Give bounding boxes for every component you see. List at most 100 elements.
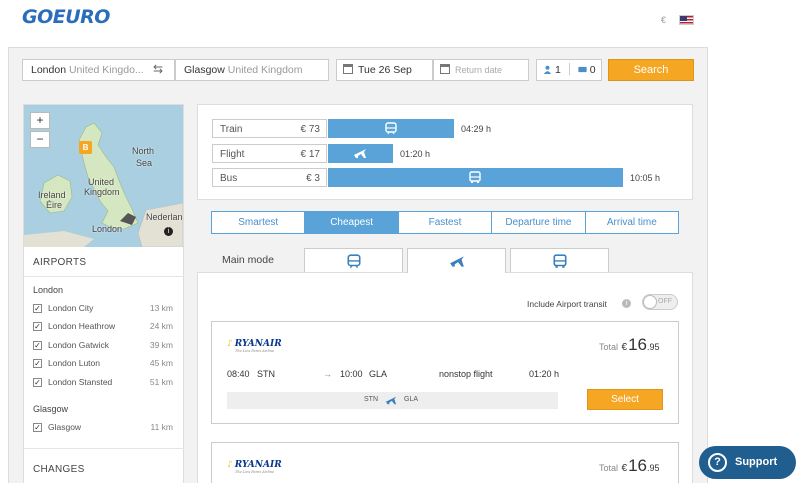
plane-icon <box>450 256 464 267</box>
tab-arrival-time[interactable]: Arrival time <box>586 212 678 233</box>
from-city: London <box>31 64 67 76</box>
to-field[interactable]: Glasgow United Kingdom <box>175 59 329 81</box>
airport-transit-label: Include Airport transit <box>527 299 607 309</box>
ryanair-logo: ♪ RYANAIR The Low Fares Airline <box>227 339 282 353</box>
train-duration-bar[interactable] <box>328 119 454 138</box>
changes-heading: CHANGES <box>33 464 85 475</box>
question-icon: ? <box>708 453 727 472</box>
tab-departure-time[interactable]: Departure time <box>492 212 586 233</box>
flight-duration-text: 01:20 h <box>529 369 560 379</box>
map-info-icon[interactable]: i <box>164 227 173 236</box>
bus-duration-bar[interactable] <box>328 168 623 187</box>
depart-time: 08:40 <box>227 369 250 379</box>
passenger-field[interactable]: 1 0 <box>536 59 602 81</box>
checkbox[interactable]: ✓ <box>33 341 42 350</box>
person-icon <box>543 65 552 74</box>
airport-option[interactable]: ✓ London Stansted 51 km <box>33 377 173 389</box>
return-date-field[interactable]: Return date <box>433 59 529 81</box>
checkbox[interactable]: ✓ <box>33 304 42 313</box>
flight-duration-bar[interactable] <box>328 144 393 163</box>
to-country: United Kingdom <box>227 64 303 76</box>
support-button[interactable]: ? Support <box>699 446 796 479</box>
mode-row-train[interactable]: Train € 73 <box>212 119 327 138</box>
bus-icon <box>553 254 567 268</box>
discount-card-icon <box>578 66 587 73</box>
toggle-knob <box>643 295 657 309</box>
airport-option[interactable]: ✓ Glasgow 11 km <box>33 422 173 434</box>
airport-group-glasgow: Glasgow <box>33 404 69 414</box>
depart-date: Tue 26 Sep <box>358 64 412 76</box>
sort-tabs: Smartest Cheapest Fastest Departure time… <box>211 211 679 234</box>
map-label-ireland: Ireland <box>38 190 66 200</box>
support-label: Support <box>735 456 778 468</box>
depart-code: STN <box>257 369 275 379</box>
stops-info: nonstop flight <box>439 369 493 379</box>
airport-transit-toggle[interactable]: OFF <box>642 294 678 310</box>
arrow-right-icon: → <box>323 369 332 379</box>
checkbox[interactable]: ✓ <box>33 322 42 331</box>
tab-cheapest[interactable]: Cheapest <box>305 212 399 233</box>
search-button[interactable]: Search <box>608 59 694 81</box>
info-icon[interactable]: i <box>622 299 631 308</box>
map-label-eire: Éire <box>46 200 63 210</box>
map-label-kingdom: Kingdom <box>84 187 120 197</box>
map-label-united: United <box>88 177 115 187</box>
return-date-placeholder: Return date <box>455 65 503 75</box>
bus-icon <box>469 171 481 183</box>
route-strip: STN GLA <box>227 392 558 409</box>
toggle-state: OFF <box>658 298 672 305</box>
bus-duration: 10:05 h <box>630 173 661 183</box>
flight-duration: 01:20 h <box>400 149 431 159</box>
total-price: Total €16.95 <box>599 456 660 475</box>
plane-icon <box>354 149 366 158</box>
calendar-icon <box>343 64 353 74</box>
tab-mode-flight[interactable] <box>407 248 506 273</box>
depart-date-field[interactable]: Tue 26 Sep <box>336 59 433 81</box>
us-flag-icon[interactable] <box>679 15 694 25</box>
train-duration: 04:29 h <box>461 124 492 134</box>
map-pin-destination[interactable]: B <box>79 141 92 154</box>
route-from: STN <box>364 396 378 403</box>
checkbox[interactable]: ✓ <box>33 378 42 387</box>
map-label-sea: Sea <box>136 158 153 168</box>
map-zoom-out-button[interactable]: − <box>30 131 50 148</box>
airports-heading: AIRPORTS <box>33 257 87 268</box>
plane-icon <box>385 396 397 405</box>
harp-icon: ♪ <box>227 460 233 470</box>
train-icon <box>385 122 397 135</box>
harp-icon: ♪ <box>227 339 233 349</box>
goeuro-logo[interactable]: GOEURO <box>22 6 110 28</box>
arrive-code: GLA <box>369 369 388 379</box>
airport-option[interactable]: ✓ London Luton 45 km <box>33 358 173 370</box>
arrive-time: 10:00 <box>340 369 363 379</box>
train-icon <box>347 254 361 269</box>
map-label-north: North <box>132 146 155 156</box>
checkbox[interactable]: ✓ <box>33 423 42 432</box>
map-zoom-in-button[interactable]: + <box>30 112 50 129</box>
map-label-london: London <box>92 224 123 234</box>
main-mode-label: Main mode <box>222 254 274 266</box>
airport-group-london: London <box>33 285 64 295</box>
checkbox[interactable]: ✓ <box>33 359 42 368</box>
total-price: Total €16.95 <box>599 335 660 354</box>
swap-arrows-icon[interactable]: ⇆ <box>153 62 163 76</box>
tab-fastest[interactable]: Fastest <box>399 212 493 233</box>
select-button[interactable]: Select <box>587 389 663 410</box>
calendar-icon <box>440 64 450 74</box>
to-city: Glasgow <box>184 64 225 76</box>
mode-row-flight[interactable]: Flight € 17 <box>212 144 327 163</box>
from-country: United Kingdo... <box>68 64 144 76</box>
map-label-nederland: Nederland <box>146 212 183 222</box>
ryanair-logo: ♪ RYANAIR The Low Fares Airline <box>227 460 282 474</box>
airport-option[interactable]: ✓ London City 13 km <box>33 303 173 315</box>
currency-selector[interactable]: € <box>661 15 666 25</box>
mode-row-bus[interactable]: Bus € 3 <box>212 168 327 187</box>
airport-option[interactable]: ✓ London Heathrow 24 km <box>33 321 173 333</box>
tab-smartest[interactable]: Smartest <box>212 212 306 233</box>
route-to: GLA <box>404 396 419 403</box>
airport-option[interactable]: ✓ London Gatwick 39 km <box>33 340 173 352</box>
tab-mode-bus[interactable] <box>510 248 609 272</box>
discount-card-count: 0 <box>589 64 596 76</box>
tab-mode-train[interactable] <box>304 248 403 272</box>
passenger-count: 1 <box>555 64 561 76</box>
